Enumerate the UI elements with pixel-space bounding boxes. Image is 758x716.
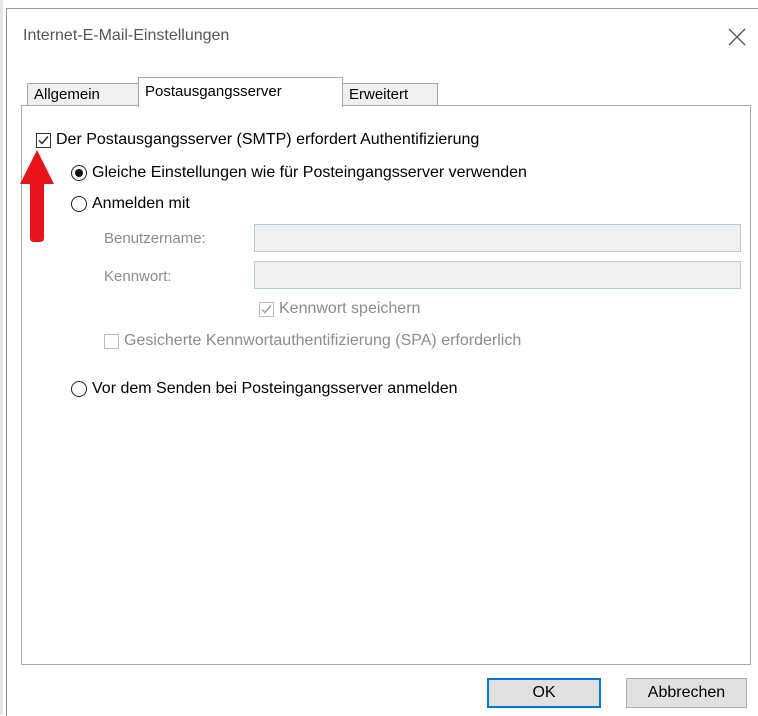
cancel-button[interactable]: Abbrechen bbox=[626, 678, 747, 708]
login-with-radio[interactable] bbox=[71, 196, 87, 212]
same-settings-radio-row[interactable]: Gleiche Einstellungen wie für Posteingan… bbox=[71, 164, 527, 182]
dialog-title: Internet-E-Mail-Einstellungen bbox=[23, 27, 230, 44]
red-arrow-annotation bbox=[20, 150, 54, 242]
checkmark-icon bbox=[261, 304, 272, 314]
remember-password-label: Kennwort speichern bbox=[279, 300, 421, 317]
login-with-label: Anmelden mit bbox=[92, 195, 190, 212]
close-icon bbox=[728, 28, 746, 46]
title-bar: Internet-E-Mail-Einstellungen bbox=[7, 9, 758, 65]
remember-password-checkbox[interactable] bbox=[259, 301, 274, 317]
email-settings-dialog: Internet-E-Mail-Einstellungen Allgemein … bbox=[6, 8, 758, 716]
username-input[interactable] bbox=[254, 224, 741, 252]
close-button[interactable] bbox=[719, 19, 755, 55]
same-settings-label: Gleiche Einstellungen wie für Posteingan… bbox=[92, 164, 527, 181]
smtp-auth-label: Der Postausgangsserver (SMTP) erfordert … bbox=[56, 131, 480, 148]
smtp-auth-checkbox[interactable] bbox=[36, 132, 51, 148]
password-input[interactable] bbox=[254, 261, 741, 289]
radio-selected-dot bbox=[75, 169, 83, 177]
checkmark-icon bbox=[38, 135, 49, 145]
spa-row[interactable]: Gesicherte Kennwortauthentifizierung (SP… bbox=[104, 332, 521, 350]
password-label: Kennwort: bbox=[104, 268, 172, 285]
tab-allgemein[interactable]: Allgemein bbox=[27, 83, 139, 106]
login-before-send-radio[interactable] bbox=[71, 381, 87, 397]
login-before-send-label: Vor dem Senden bei Posteingangsserver an… bbox=[92, 380, 458, 397]
spa-checkbox[interactable] bbox=[104, 333, 119, 349]
remember-password-row[interactable]: Kennwort speichern bbox=[259, 300, 420, 318]
background-window-edge bbox=[0, 0, 3, 715]
ok-button[interactable]: OK bbox=[487, 678, 601, 708]
spa-label: Gesicherte Kennwortauthentifizierung (SP… bbox=[124, 332, 522, 349]
smtp-auth-checkbox-row[interactable]: Der Postausgangsserver (SMTP) erfordert … bbox=[36, 131, 479, 149]
tab-panel: Der Postausgangsserver (SMTP) erfordert … bbox=[21, 105, 751, 665]
tab-postausgangsserver[interactable]: Postausgangsserver bbox=[138, 77, 343, 107]
same-settings-radio[interactable] bbox=[71, 165, 87, 181]
tab-erweitert[interactable]: Erweitert bbox=[342, 83, 438, 106]
username-label: Benutzername: bbox=[104, 230, 206, 247]
login-with-radio-row[interactable]: Anmelden mit bbox=[71, 195, 190, 213]
login-before-send-radio-row[interactable]: Vor dem Senden bei Posteingangsserver an… bbox=[71, 380, 458, 398]
